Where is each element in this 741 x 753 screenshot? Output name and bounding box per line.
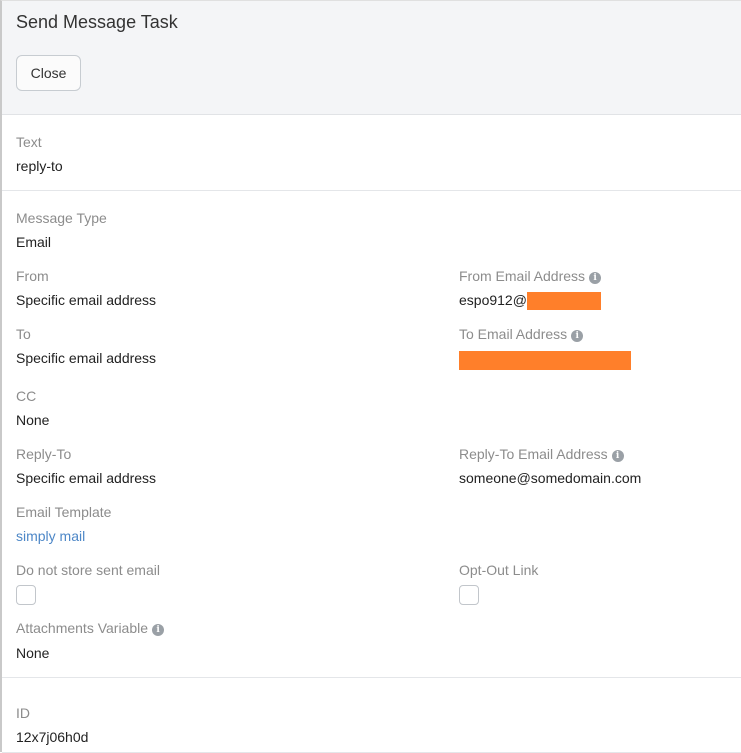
text-section: Text reply-to bbox=[2, 115, 741, 191]
info-icon[interactable]: i bbox=[611, 450, 624, 462]
attachments-variable-value: None bbox=[16, 645, 50, 661]
text-field: Text reply-to bbox=[16, 133, 63, 175]
reply-to-email-value: someone@somedomain.com bbox=[459, 470, 642, 486]
info-icon[interactable]: i bbox=[152, 624, 165, 636]
info-icon[interactable]: i bbox=[571, 330, 584, 342]
id-label: ID bbox=[16, 705, 30, 721]
to-field: To Specific email address bbox=[16, 325, 156, 367]
cc-label: CC bbox=[16, 388, 37, 404]
to-email-label: To Email Address bbox=[459, 326, 568, 342]
from-email-field: From Email Address i espo912@ bbox=[459, 267, 602, 311]
reply-to-email-label: Reply-To Email Address bbox=[459, 446, 608, 462]
message-type-value: Email bbox=[16, 234, 52, 250]
redaction-block bbox=[459, 350, 631, 370]
info-icon[interactable]: i bbox=[589, 272, 602, 284]
from-email-label: From Email Address bbox=[459, 268, 586, 284]
send-message-task-panel: Send Message Task Close Text reply-to Me… bbox=[0, 0, 741, 753]
to-email-field: To Email Address i bbox=[459, 325, 631, 370]
from-field: From Specific email address bbox=[16, 267, 156, 309]
panel-header: Send Message Task Close bbox=[2, 1, 741, 115]
attachments-variable-field: Attachments Variable i None bbox=[16, 619, 165, 662]
reply-to-label: Reply-To bbox=[16, 446, 72, 462]
reply-to-email-field: Reply-To Email Address i someone@somedoma… bbox=[459, 445, 641, 487]
from-value: Specific email address bbox=[16, 292, 157, 308]
message-type-field: Message Type Email bbox=[16, 209, 107, 251]
do-not-store-label: Do not store sent email bbox=[16, 562, 160, 578]
do-not-store-checkbox[interactable] bbox=[16, 585, 36, 605]
reply-to-field: Reply-To Specific email address bbox=[16, 445, 156, 487]
do-not-store-field: Do not store sent email bbox=[16, 561, 160, 605]
cc-value: None bbox=[16, 412, 50, 428]
message-type-label: Message Type bbox=[16, 210, 107, 226]
to-value: Specific email address bbox=[16, 350, 157, 366]
email-template-link[interactable]: simply mail bbox=[16, 527, 111, 545]
text-label: Text bbox=[16, 134, 42, 150]
close-button[interactable]: Close bbox=[16, 55, 81, 91]
opt-out-field: Opt-Out Link bbox=[459, 561, 538, 605]
page-title: Send Message Task bbox=[16, 12, 178, 32]
id-value: 12x7j06h0d bbox=[16, 729, 89, 745]
id-field: ID 12x7j06h0d bbox=[16, 704, 88, 746]
details-section: Message Type Email From Specific email a… bbox=[2, 191, 741, 678]
from-email-value: espo912@ bbox=[459, 292, 527, 308]
text-value: reply-to bbox=[16, 158, 63, 174]
from-label: From bbox=[16, 268, 49, 284]
opt-out-checkbox[interactable] bbox=[459, 585, 479, 605]
redaction-block bbox=[526, 292, 601, 311]
reply-to-value: Specific email address bbox=[16, 470, 157, 486]
id-section: ID 12x7j06h0d bbox=[2, 678, 741, 753]
opt-out-label: Opt-Out Link bbox=[459, 562, 539, 578]
email-template-field: Email Template simply mail bbox=[16, 503, 111, 545]
attachments-variable-label: Attachments Variable bbox=[16, 620, 149, 636]
cc-field: CC None bbox=[16, 387, 49, 429]
to-label: To bbox=[16, 326, 31, 342]
email-template-label: Email Template bbox=[16, 504, 112, 520]
